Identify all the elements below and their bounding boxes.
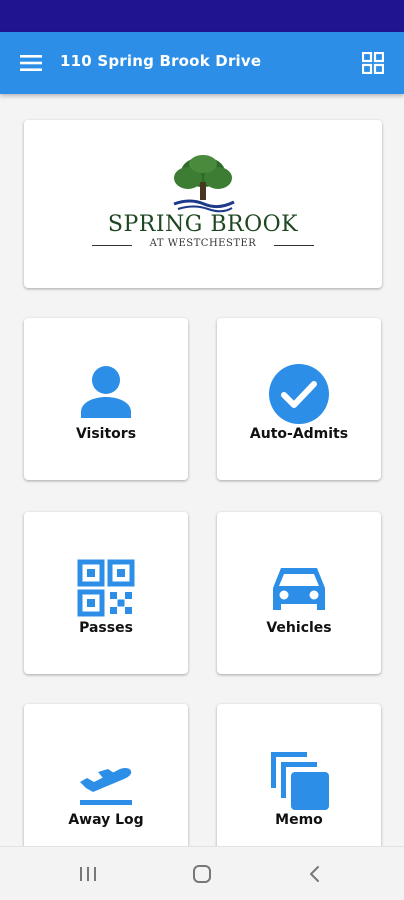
tile-label: Away Log (68, 812, 144, 828)
qr-code-icon (77, 559, 135, 617)
vehicles-tile[interactable]: Vehicles (217, 512, 381, 674)
status-bar (0, 0, 404, 32)
grid-view-icon[interactable] (358, 48, 388, 78)
home-icon[interactable] (190, 863, 214, 885)
flight-takeoff-icon (80, 767, 132, 805)
person-icon (81, 366, 131, 418)
logo-name: SPRING BROOK (107, 212, 299, 237)
check-circle-icon (269, 364, 329, 424)
tile-label: Auto-Admits (249, 426, 349, 442)
auto-admits-tile[interactable]: Auto-Admits (217, 318, 381, 480)
system-nav-bar (0, 846, 404, 900)
memo-tile[interactable]: Memo (217, 704, 381, 866)
tile-label: Passes (79, 620, 133, 636)
away-log-tile[interactable]: Away Log (24, 704, 188, 866)
passes-tile[interactable]: Passes (24, 512, 188, 674)
recent-apps-icon[interactable] (76, 863, 100, 885)
tile-label: Vehicles (266, 620, 332, 636)
car-icon (273, 568, 325, 610)
logo-subtitle: AT WESTCHESTER (149, 238, 257, 249)
tile-label: Memo (275, 812, 323, 828)
logo-subtitle-row: AT WESTCHESTER (92, 238, 314, 252)
visitors-tile[interactable]: Visitors (24, 318, 188, 480)
logo-divider-right (274, 245, 314, 246)
page-title: 110 Spring Brook Drive (60, 52, 262, 70)
tree-logo-icon (173, 155, 235, 213)
tile-label: Visitors (75, 426, 137, 442)
app-bar: 110 Spring Brook Drive (0, 32, 404, 94)
menu-icon[interactable] (16, 49, 46, 77)
community-logo-card: SPRING BROOK AT WESTCHESTER (24, 120, 382, 288)
memo-stack-icon (271, 752, 329, 810)
back-icon[interactable] (302, 863, 326, 885)
